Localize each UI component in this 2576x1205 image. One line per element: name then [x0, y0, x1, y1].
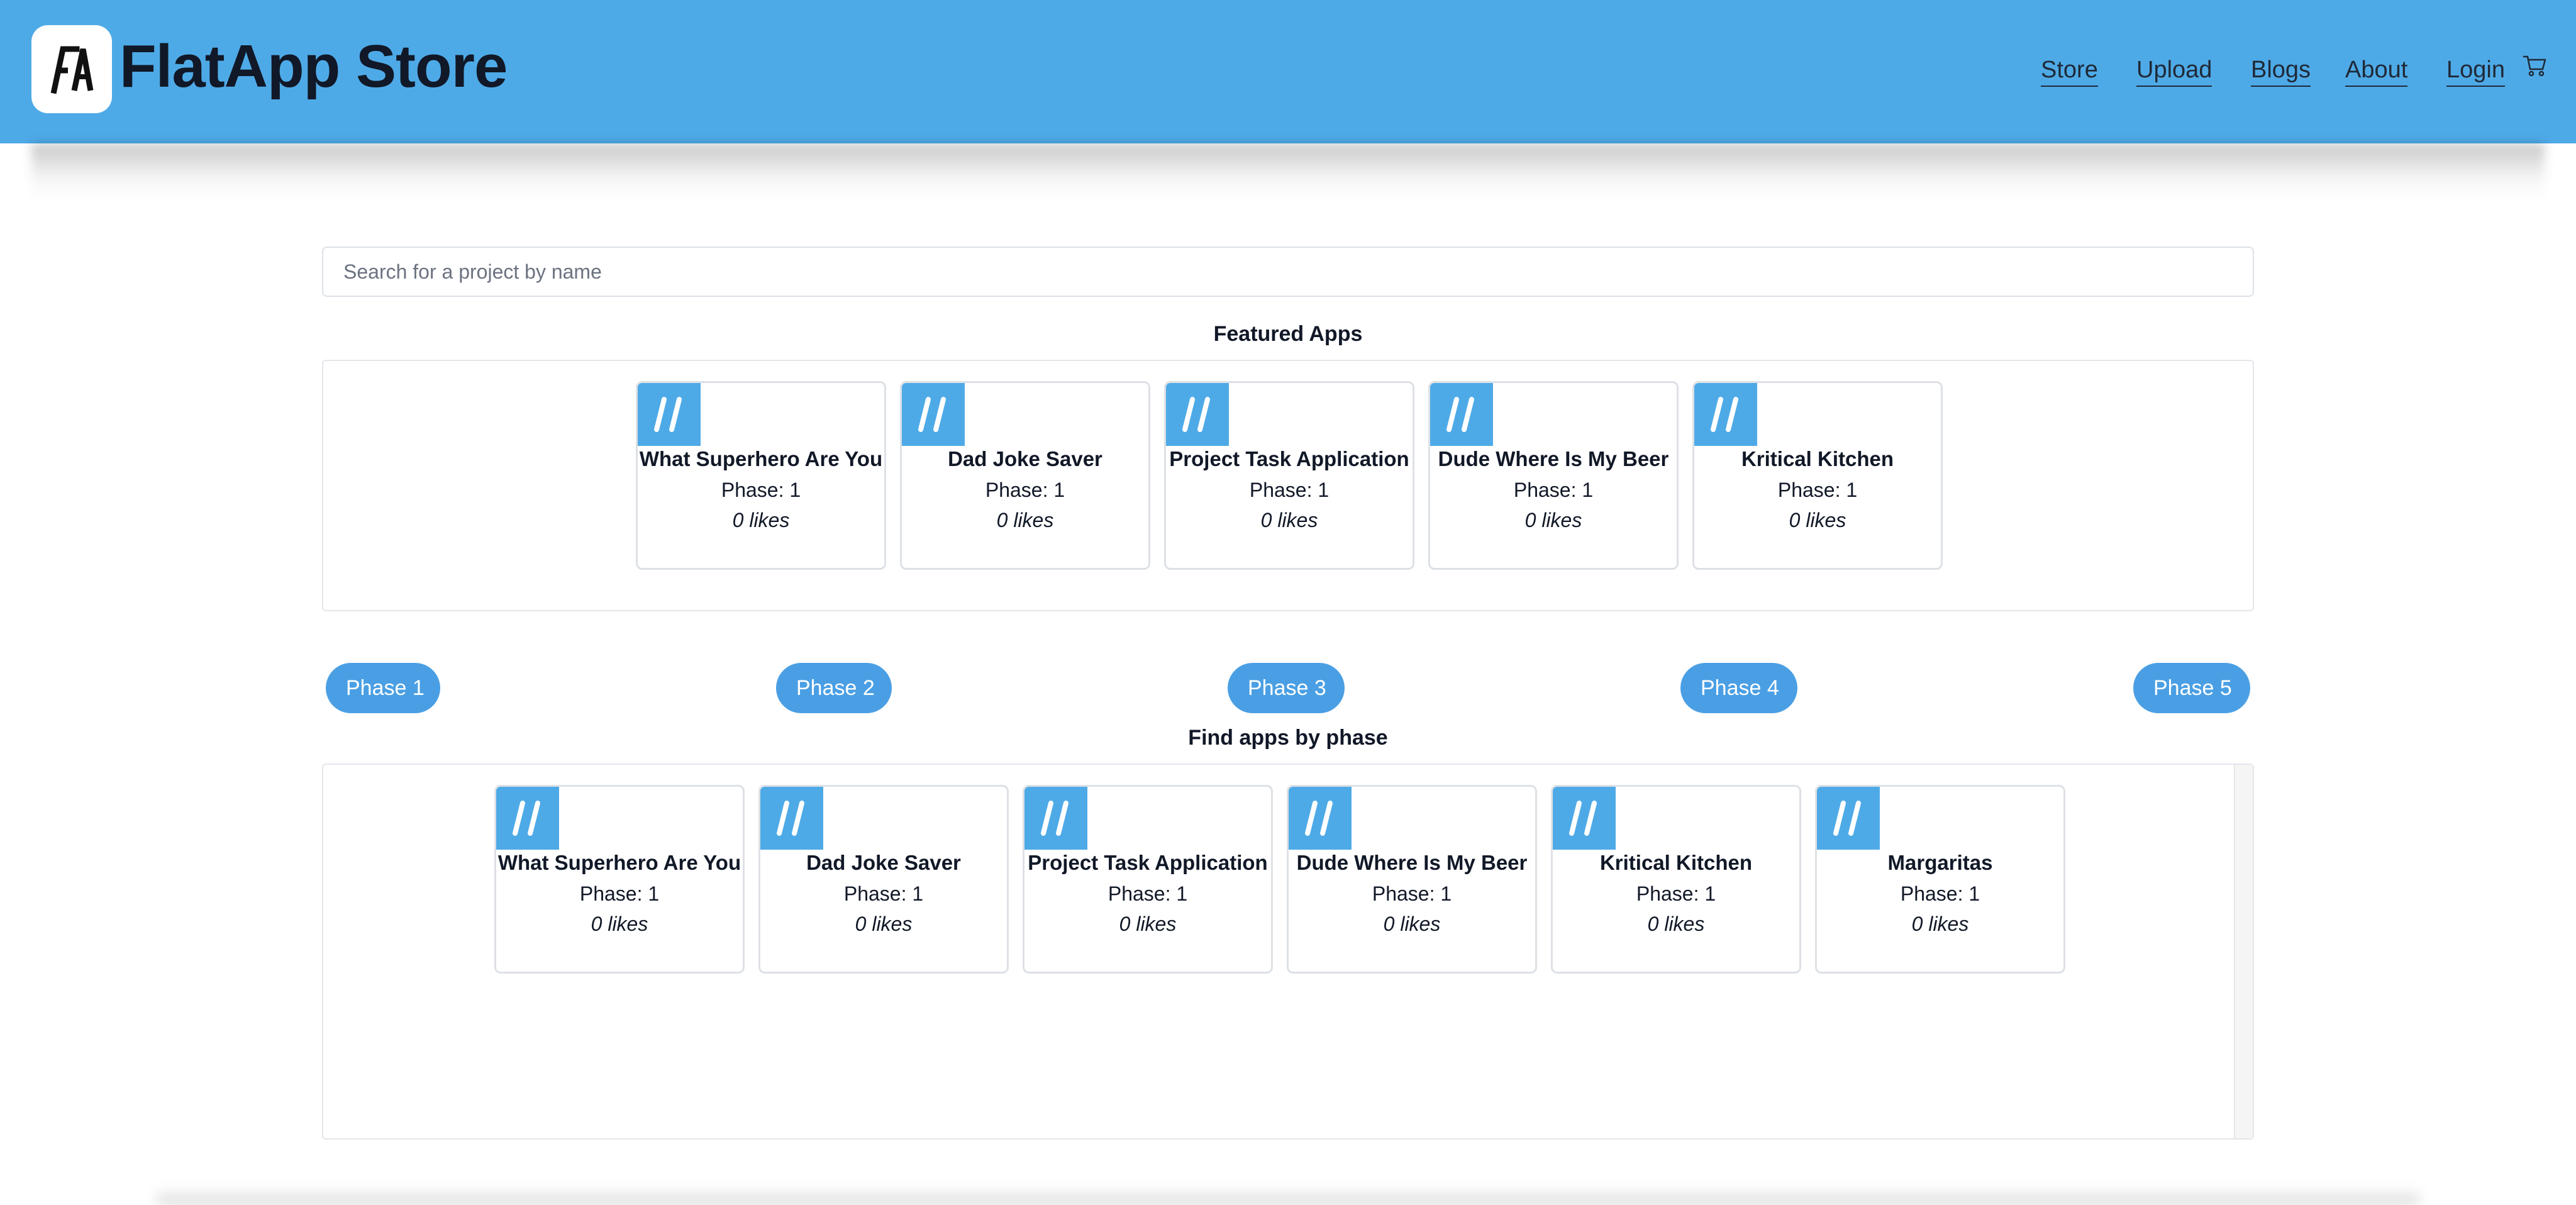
app-icon: [1694, 383, 1757, 446]
nav-store[interactable]: Store: [2041, 55, 2098, 87]
app-likes: 0 likes: [1789, 509, 1846, 531]
app-icon: [1430, 383, 1493, 446]
site-header: FlatApp Store Store Upload Blogs About L…: [0, 0, 2576, 143]
phase-panel-scrollbar[interactable]: [2234, 765, 2253, 1138]
app-phase: Phase: 1: [843, 882, 924, 905]
app-likes: 0 likes: [1524, 509, 1582, 531]
app-card[interactable]: Project Task Application Phase: 1 0 likes: [1164, 381, 1414, 570]
phase-4-button[interactable]: Phase 4: [1680, 663, 1797, 713]
cart-icon[interactable]: [2522, 53, 2547, 78]
bottom-shadow: [157, 1189, 2419, 1205]
nav-login[interactable]: Login: [2446, 55, 2505, 87]
fa-logo-icon: [50, 46, 94, 94]
app-likes: 0 likes: [591, 913, 648, 935]
app-icon: [902, 383, 965, 446]
featured-panel: What Superhero Are You Phase: 10 likes Dad…: [322, 360, 2254, 611]
app-phase: Phase: 1: [1900, 882, 1980, 905]
search-input[interactable]: [322, 247, 2254, 297]
phase-3-button[interactable]: Phase 3: [1228, 663, 1345, 713]
logo[interactable]: [31, 25, 112, 113]
app-name: Dude Where Is My Beer: [1438, 447, 1669, 470]
app-phase: Phase: 1: [721, 479, 801, 501]
phase-apps-panel: What Superhero Are You Phase: 10 likes Dad…: [322, 764, 2254, 1140]
app-likes: 0 likes: [855, 913, 913, 935]
app-icon: [1166, 383, 1229, 446]
app-phase: Phase: 1: [1249, 479, 1330, 501]
nav-about[interactable]: About: [2345, 55, 2408, 87]
app-likes: 0 likes: [732, 509, 790, 531]
app-card[interactable]: Kritical Kitchen Phase: 1 0 likes: [1692, 381, 1943, 570]
phase-2-button[interactable]: Phase 2: [776, 663, 892, 713]
app-card[interactable]: Margaritas Phase: 1 0 likes: [1815, 785, 2065, 974]
app-icon: [1289, 787, 1352, 850]
app-name: Project Task Application: [1169, 447, 1409, 470]
app-phase: Phase: 1: [1636, 882, 1716, 905]
app-likes: 0 likes: [996, 509, 1054, 531]
site-title[interactable]: FlatApp Store: [119, 30, 508, 103]
app-phase: Phase: 1: [985, 479, 1065, 501]
app-card[interactable]: Dad Joke Saver Phase: 1 0 likes: [900, 381, 1150, 570]
app-name: Kritical Kitchen: [1599, 851, 1753, 874]
app-icon: [760, 787, 823, 850]
phase-5-button[interactable]: Phase 5: [2133, 663, 2250, 713]
app-likes: 0 likes: [1911, 913, 1969, 935]
app-name: Dad Joke Saver: [948, 447, 1102, 470]
phase-section-title: Find apps by phase: [1188, 726, 1388, 750]
app-icon: [1024, 787, 1087, 850]
app-card[interactable]: What Superhero Are You Phase: 1 0 likes: [494, 785, 745, 974]
app-phase: Phase: 1: [1108, 882, 1188, 905]
app-phase: Phase: 1: [1513, 479, 1594, 501]
app-card[interactable]: What Superhero Are You Phase: 1 0 likes: [636, 381, 886, 570]
app-icon: [1553, 787, 1616, 850]
nav-blogs[interactable]: Blogs: [2251, 55, 2311, 87]
app-card[interactable]: Dude Where Is My Beer Phase: 1 0 likes: [1428, 381, 1679, 570]
nav-upload[interactable]: Upload: [2136, 55, 2212, 87]
app-likes: 0 likes: [1383, 913, 1441, 935]
app-phase: Phase: 1: [1777, 479, 1858, 501]
app-likes: 0 likes: [1260, 509, 1318, 531]
app-name: Dude Where Is My Beer: [1296, 851, 1528, 874]
app-likes: 0 likes: [1119, 913, 1177, 935]
app-icon: [1817, 787, 1880, 850]
app-name: Project Task Application: [1028, 851, 1268, 874]
app-likes: 0 likes: [1647, 913, 1705, 935]
app-icon: [496, 787, 559, 850]
app-name: Margaritas: [1887, 851, 1993, 874]
app-name: Dad Joke Saver: [806, 851, 961, 874]
app-name: What Superhero Are You: [497, 851, 741, 874]
app-card[interactable]: Kritical Kitchen Phase: 1 0 likes: [1551, 785, 1801, 974]
app-card[interactable]: Project Task Application Phase: 1 0 likes: [1023, 785, 1273, 974]
app-phase: Phase: 1: [579, 882, 660, 905]
app-name: What Superhero Are You: [639, 447, 883, 470]
app-icon: [638, 383, 701, 446]
phase-1-button[interactable]: Phase 1: [326, 663, 440, 713]
app-card[interactable]: Dude Where Is My Beer Phase: 1 0 likes: [1287, 785, 1537, 974]
app-name: Kritical Kitchen: [1741, 447, 1894, 470]
featured-title: Featured Apps: [1213, 322, 1363, 346]
app-card[interactable]: Dad Joke Saver Phase: 1 0 likes: [758, 785, 1009, 974]
header-shadow: [31, 143, 2545, 200]
app-phase: Phase: 1: [1372, 882, 1452, 905]
